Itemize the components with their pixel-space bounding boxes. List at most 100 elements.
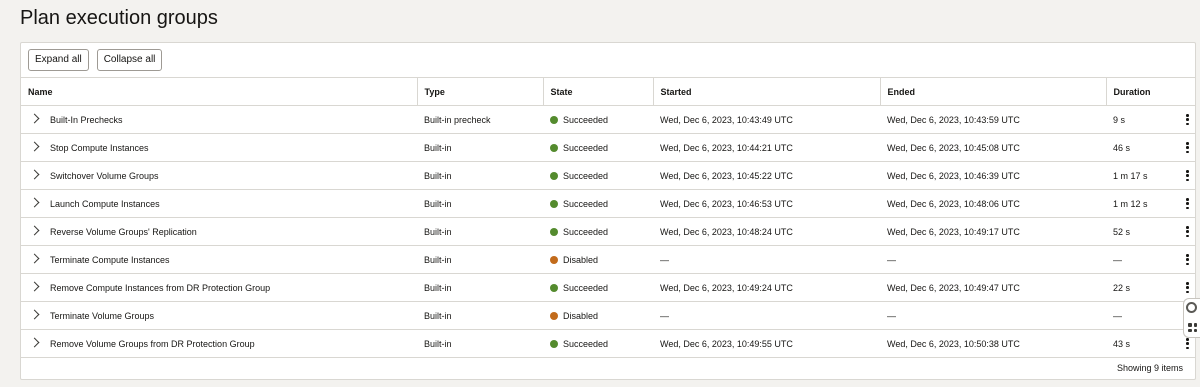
cell-type: Built-in [417, 329, 543, 358]
cell-started: Wed, Dec 6, 2023, 10:48:24 UTC [653, 217, 880, 246]
column-header-state[interactable]: State [542, 77, 653, 106]
duration-value: 52 s [1113, 226, 1131, 237]
cell-type: Built-in [417, 217, 543, 246]
cell-duration: 46 s [1106, 133, 1195, 162]
table-row[interactable]: Stop Compute Instances Built-in Succeede… [21, 133, 1195, 162]
cell-state: Disabled [543, 301, 653, 330]
cell-name: Terminate Compute Instances [21, 245, 417, 274]
cell-state: Succeeded [543, 161, 653, 190]
column-header-ended[interactable]: Ended [879, 77, 1106, 106]
kebab-menu-icon[interactable] [1186, 282, 1189, 293]
chevron-right-icon[interactable] [29, 281, 40, 291]
chevron-right-icon[interactable] [29, 253, 40, 263]
kebab-menu-icon[interactable] [1186, 226, 1189, 237]
apps-grid-icon[interactable] [1188, 323, 1197, 332]
cell-ended: Wed, Dec 6, 2023, 10:43:59 UTC [880, 105, 1106, 134]
cell-type: Built-in [417, 245, 543, 274]
chevron-right-icon[interactable] [29, 225, 40, 235]
execution-groups-panel: Expand all Collapse all Name Type State … [20, 42, 1196, 380]
group-name: Reverse Volume Groups' Replication [50, 226, 197, 237]
cell-duration: 22 s [1106, 273, 1195, 302]
cell-state: Succeeded [543, 105, 653, 134]
table-row[interactable]: Terminate Volume Groups Built-in Disable… [21, 301, 1195, 330]
help-widget[interactable] [1183, 298, 1200, 338]
chevron-right-icon[interactable] [29, 337, 40, 347]
cell-started: Wed, Dec 6, 2023, 10:46:53 UTC [653, 189, 880, 218]
cell-state: Succeeded [543, 189, 653, 218]
state-label: Succeeded [563, 170, 609, 181]
kebab-menu-icon[interactable] [1186, 142, 1189, 153]
cell-duration: — [1106, 301, 1195, 330]
cell-duration: 52 s [1106, 217, 1195, 246]
kebab-menu-icon[interactable] [1186, 198, 1189, 209]
cell-duration: — [1106, 245, 1195, 274]
cell-started: Wed, Dec 6, 2023, 10:45:22 UTC [653, 161, 880, 190]
cell-type: Built-in [417, 133, 543, 162]
cell-duration: 1 m 12 s [1106, 189, 1195, 218]
cell-started: — [653, 245, 880, 274]
state-label: Disabled [563, 310, 599, 321]
duration-value: — [1113, 254, 1122, 265]
table-row[interactable]: Launch Compute Instances Built-in Succee… [21, 189, 1195, 218]
group-name: Launch Compute Instances [50, 198, 160, 209]
column-header-type[interactable]: Type [416, 77, 543, 106]
cell-duration: 43 s [1106, 329, 1195, 358]
status-dot-icon [550, 115, 558, 124]
table-row[interactable]: Terminate Compute Instances Built-in Dis… [21, 245, 1195, 274]
cell-ended: Wed, Dec 6, 2023, 10:49:17 UTC [880, 217, 1106, 246]
collapse-all-button[interactable]: Collapse all [96, 49, 163, 71]
table-row[interactable]: Remove Compute Instances from DR Protect… [21, 273, 1195, 302]
group-name: Terminate Compute Instances [50, 254, 170, 265]
duration-value: 1 m 12 s [1113, 198, 1148, 209]
kebab-menu-icon[interactable] [1186, 114, 1189, 125]
item-count: Showing 9 items [1116, 363, 1183, 373]
chevron-right-icon[interactable] [29, 197, 40, 207]
status-dot-icon [550, 283, 558, 292]
status-dot-icon [550, 199, 558, 208]
duration-value: 22 s [1113, 282, 1131, 293]
cell-started: Wed, Dec 6, 2023, 10:43:49 UTC [653, 105, 880, 134]
column-header-started[interactable]: Started [652, 77, 880, 106]
group-name: Switchover Volume Groups [50, 170, 159, 181]
table-row[interactable]: Built-In Prechecks Built-in precheck Suc… [21, 105, 1195, 134]
cell-duration: 1 m 17 s [1106, 161, 1195, 190]
status-dot-icon [550, 339, 558, 348]
state-label: Succeeded [563, 114, 609, 125]
chevron-right-icon[interactable] [29, 141, 40, 151]
chevron-right-icon[interactable] [29, 169, 40, 179]
state-label: Succeeded [563, 226, 609, 237]
cell-state: Disabled [543, 245, 653, 274]
chevron-right-icon[interactable] [29, 113, 40, 123]
column-header-duration[interactable]: Duration [1105, 77, 1195, 106]
cell-name: Built-In Prechecks [21, 105, 417, 134]
page-title: Plan execution groups [20, 7, 218, 29]
chevron-right-icon[interactable] [29, 309, 40, 319]
cell-ended: Wed, Dec 6, 2023, 10:49:47 UTC [880, 273, 1106, 302]
duration-value: 9 s [1113, 114, 1126, 125]
cell-state: Succeeded [543, 217, 653, 246]
cell-ended: — [880, 245, 1106, 274]
group-name: Remove Compute Instances from DR Protect… [50, 282, 271, 293]
lifebuoy-icon[interactable] [1186, 302, 1197, 313]
kebab-menu-icon[interactable] [1186, 254, 1189, 265]
table-row[interactable]: Reverse Volume Groups' Replication Built… [21, 217, 1195, 246]
cell-started: Wed, Dec 6, 2023, 10:44:21 UTC [653, 133, 880, 162]
group-name: Terminate Volume Groups [50, 310, 155, 321]
cell-state: Succeeded [543, 133, 653, 162]
column-header-name[interactable]: Name [21, 77, 417, 106]
duration-value: 46 s [1113, 142, 1131, 153]
kebab-menu-icon[interactable] [1186, 338, 1189, 349]
expand-all-button[interactable]: Expand all [28, 49, 89, 71]
cell-name: Reverse Volume Groups' Replication [21, 217, 417, 246]
cell-type: Built-in [417, 301, 543, 330]
table-row[interactable]: Remove Volume Groups from DR Protection … [21, 329, 1195, 358]
group-name: Remove Volume Groups from DR Protection … [50, 338, 255, 349]
kebab-menu-icon[interactable] [1186, 170, 1189, 181]
state-label: Succeeded [563, 338, 609, 349]
cell-ended: Wed, Dec 6, 2023, 10:50:38 UTC [880, 329, 1106, 358]
table-row[interactable]: Switchover Volume Groups Built-in Succee… [21, 161, 1195, 190]
state-label: Succeeded [563, 282, 609, 293]
status-dot-icon [550, 171, 558, 180]
cell-name: Launch Compute Instances [21, 189, 417, 218]
state-label: Disabled [563, 254, 599, 265]
